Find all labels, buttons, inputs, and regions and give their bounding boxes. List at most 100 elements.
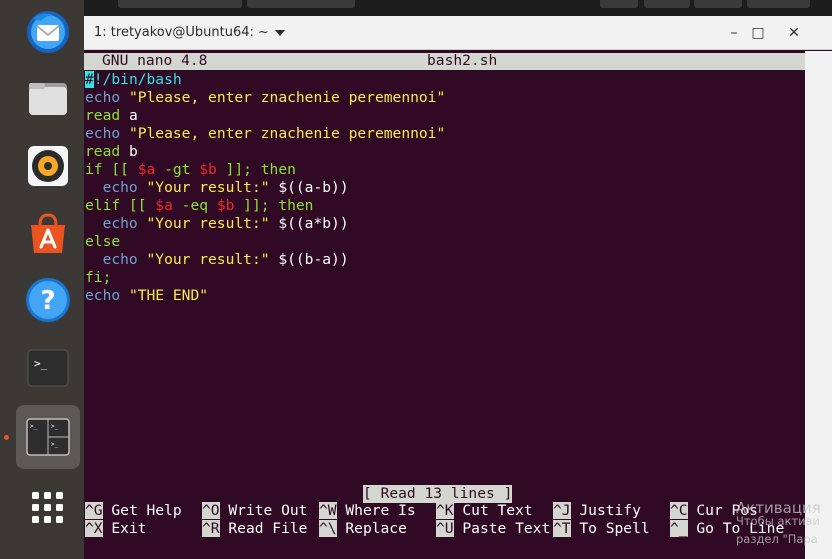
- svg-text:>_: >_: [34, 357, 48, 370]
- rhythmbox-icon[interactable]: [16, 134, 80, 198]
- close-button[interactable]: ✕: [784, 24, 804, 42]
- code-token: echo: [85, 215, 138, 232]
- scrollbar[interactable]: [805, 51, 832, 559]
- code-token: ]]; then: [216, 161, 296, 178]
- code-line[interactable]: elif [[ $a -eq $b ]]; then: [85, 197, 313, 215]
- shortcut-label: Where Is: [345, 502, 416, 519]
- minimize-button[interactable]: –: [724, 24, 744, 42]
- nano-version: GNU nano 4.8: [102, 52, 208, 69]
- shortcut-key: ^C: [670, 502, 688, 519]
- dock: ? >_ >_ >_ >_: [0, 0, 84, 559]
- chevron-down-icon[interactable]: [275, 30, 285, 36]
- top-panel-item: [247, 0, 355, 8]
- status-message: [ Read 13 lines ]: [363, 485, 513, 503]
- shortcut-key: ^X: [85, 520, 103, 537]
- shortcut-label: Replace: [345, 520, 407, 537]
- terminal-window: 1: tretyakov@Ubuntu64: ~ – □ ✕ GNU nano …: [84, 16, 832, 559]
- shortcut-item[interactable]: ^U Paste Text: [436, 520, 550, 538]
- shortcut-item[interactable]: ^O Write Out: [202, 502, 307, 520]
- code-token: !/bin/bash: [93, 71, 182, 88]
- running-indicator: [4, 435, 9, 440]
- shortcut-key: ^W: [319, 502, 337, 519]
- code-line[interactable]: echo "THE END": [85, 287, 208, 305]
- top-panel: [0, 0, 832, 16]
- shortcut-key: ^O: [202, 502, 220, 519]
- shortcut-item[interactable]: ^G Get Help: [85, 502, 182, 520]
- code-line[interactable]: echo "Please, enter znachenie peremennoi…: [85, 89, 445, 107]
- shortcut-item[interactable]: ^\ Replace: [319, 520, 407, 538]
- title-bar[interactable]: 1: tretyakov@Ubuntu64: ~ – □ ✕: [84, 16, 832, 50]
- shortcut-key: ^R: [202, 520, 220, 537]
- code-token: "Your result:": [146, 251, 270, 268]
- shortcut-label: Get Help: [111, 502, 182, 519]
- watermark-line: Чтобы активи: [736, 514, 820, 528]
- code-token: b: [120, 143, 138, 160]
- shortcut-label: Justify: [579, 502, 641, 519]
- svg-text:?: ?: [40, 286, 55, 316]
- shortcut-key: ^U: [436, 520, 454, 537]
- code-token: echo: [85, 251, 138, 268]
- shortcut-item[interactable]: ^X Exit: [85, 520, 147, 538]
- code-line[interactable]: fi;: [85, 269, 111, 287]
- code-line[interactable]: echo "Please, enter znachenie peremennoi…: [85, 125, 445, 143]
- terminal-icon[interactable]: >_: [16, 336, 80, 400]
- code-token: $((b-a)): [269, 251, 349, 268]
- code-token: elif [[: [85, 197, 156, 214]
- top-panel-item: [644, 0, 690, 8]
- code-line[interactable]: else: [85, 233, 120, 251]
- shortcut-label: Paste Text: [462, 520, 551, 537]
- code-token: "THE END": [128, 287, 209, 304]
- code-line[interactable]: if [[ $a -gt $b ]]; then: [85, 161, 296, 179]
- code-line[interactable]: read b: [85, 143, 138, 161]
- terminal-active-icon[interactable]: >_ >_ >_: [16, 405, 80, 469]
- code-token: -gt: [155, 161, 200, 178]
- shortcut-item[interactable]: ^W Where Is: [319, 502, 416, 520]
- shortcut-label: Read File: [228, 520, 308, 537]
- activation-watermark: Активация Чтобы активи раздел "Пара: [736, 498, 832, 548]
- code-line[interactable]: #!/bin/bash: [85, 71, 182, 89]
- shortcut-key: ^_: [670, 520, 688, 537]
- code-token: read: [85, 107, 121, 124]
- code-line[interactable]: echo "Your result:" $((b-a)): [85, 251, 349, 269]
- shortcut-item[interactable]: ^R Read File: [202, 520, 307, 538]
- code-line[interactable]: echo "Your result:" $((a-b)): [85, 179, 349, 197]
- code-token: "Your result:": [146, 179, 270, 196]
- svg-text:>_: >_: [30, 423, 38, 430]
- shortcut-item[interactable]: ^T To Spell: [553, 520, 650, 538]
- window-title[interactable]: 1: tretyakov@Ubuntu64: ~: [94, 25, 269, 40]
- top-panel-item: [118, 0, 242, 8]
- code-token: $b: [199, 161, 217, 178]
- software-center-icon[interactable]: [16, 202, 80, 266]
- shortcut-key: ^T: [553, 520, 571, 537]
- code-line[interactable]: read a: [85, 107, 138, 125]
- code-token: -eq: [172, 197, 217, 214]
- shortcut-key: ^J: [553, 502, 571, 519]
- files-icon[interactable]: [16, 66, 80, 130]
- code-line[interactable]: echo "Your result:" $((a*b)): [85, 215, 349, 233]
- code-token: if [[: [85, 161, 138, 178]
- top-panel-item: [600, 0, 638, 8]
- maximize-button[interactable]: □: [748, 24, 768, 42]
- thunderbird-icon[interactable]: [16, 0, 80, 64]
- code-token: echo: [85, 287, 121, 304]
- help-icon[interactable]: ?: [16, 268, 80, 332]
- code-token: #: [85, 71, 94, 88]
- code-token: else: [85, 233, 121, 250]
- shortcut-item[interactable]: ^K Cut Text: [436, 502, 533, 520]
- code-token: $a: [155, 197, 173, 214]
- terminal-content[interactable]: GNU nano 4.8 bash2.sh #!/bin/bash echo "P…: [84, 51, 805, 559]
- code-token: echo: [85, 179, 138, 196]
- top-panel-item: [747, 0, 810, 8]
- code-token: $a: [137, 161, 156, 178]
- shortcut-label: To Spell: [579, 520, 650, 537]
- svg-text:>_: >_: [51, 423, 59, 430]
- shortcut-item[interactable]: ^J Justify: [553, 502, 641, 520]
- show-apps-icon[interactable]: [16, 476, 80, 540]
- code-token: ]]; then: [234, 197, 314, 214]
- code-token: echo: [85, 89, 121, 106]
